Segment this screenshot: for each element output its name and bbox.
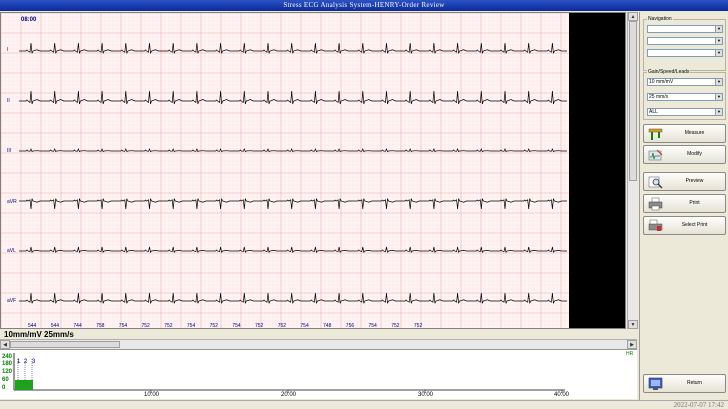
hr-trend-chart [13,353,565,393]
horizontal-scrollbar[interactable]: ◀ ▶ [0,339,637,349]
gain-select[interactable]: 10 mm/mV ▼ [647,78,723,86]
horizontal-scroll-thumb[interactable] [10,341,120,348]
modify-button-label: Modify [687,151,702,157]
navigation-title: Navigation [647,16,673,22]
control-panel: Navigation ▼ ▼ ▼ Gain/Speed/Leads 10 mm/… [639,12,728,400]
navigation-group: Navigation ▼ ▼ ▼ [643,16,726,71]
rr-interval-label: 752 [209,323,218,329]
scroll-right-icon[interactable]: ▶ [627,340,637,349]
lead-label-ii: II [7,98,10,104]
preview-button-label: Preview [685,178,704,184]
rr-interval-label: 754 [232,323,241,329]
navigation-select-2[interactable]: ▼ [647,37,723,45]
navigation-select-1[interactable]: ▼ [647,25,723,33]
printer-icon [648,197,663,211]
strip-timestamp: 08:00 [21,17,37,23]
rr-interval-label: 752 [255,323,264,329]
print-button[interactable]: Print [643,194,726,213]
stage-marker: 3 [32,359,36,365]
status-datetime: 2022-07-07 17:42 [673,401,724,409]
rr-interval-label: 756 [345,323,355,329]
vertical-scroll-thumb[interactable] [629,21,637,181]
scroll-up-icon[interactable]: ▲ [628,12,638,21]
rr-interval-label: 748 [323,323,332,329]
gain-speed-readout: 10mm/mV 25mm/s [4,330,74,339]
return-button[interactable]: Return [643,374,726,393]
rr-interval-label: 754 [118,323,128,329]
lead-label-avr: aVR [7,199,17,205]
speed-select-value: 25 mm/s [649,94,669,100]
lead-label-avl: aVL [7,248,16,254]
gain-speed-leads-title: Gain/Speed/Leads [647,69,691,75]
chevron-down-icon[interactable]: ▼ [715,94,722,100]
chevron-down-icon[interactable]: ▼ [715,26,722,32]
hr-y-tick: 60 [2,377,9,383]
measure-button-label: Measure [684,130,705,136]
hr-y-tick: 120 [2,369,13,375]
hr-y-tick: 240 [2,354,13,360]
time-tick: 30:00 [418,392,434,398]
measure-button[interactable]: Measure [643,124,726,143]
lead-label-i: I [7,47,9,53]
stage-marker: 2 [24,359,28,365]
rr-interval-label: 754 [368,323,377,329]
window-title: Stress ECG Analysis System-HENRY-Order R… [0,0,728,11]
hr-bar [15,380,33,390]
rr-interval-label: 744 [73,323,82,329]
hr-trend-panel[interactable] [0,349,637,399]
chevron-down-icon[interactable]: ▼ [715,109,722,115]
gain-select-value: 10 mm/mV [649,79,674,85]
ecg-waveform-canvas [1,13,625,328]
time-tick: 20:00 [281,392,297,398]
preview-button[interactable]: Preview [643,172,726,191]
vertical-scrollbar[interactable]: ▲ ▼ [627,12,638,329]
modify-button[interactable]: Modify [643,145,726,164]
chevron-down-icon[interactable]: ▼ [715,50,722,56]
speed-select[interactable]: 25 mm/s ▼ [647,93,723,101]
rr-interval-label: 752 [391,323,400,329]
leads-select[interactable]: ALL ▼ [647,108,723,116]
ecg-display[interactable]: 08:00 I II III aVR aVL aVF 544 544 744 758 7… [0,12,626,329]
select-print-button[interactable]: Select Print [643,216,726,235]
status-bar: 2022-07-07 17:42 [0,400,728,409]
rr-interval-label: 758 [96,323,105,329]
return-button-label: Return [686,380,702,386]
select-print-icon [648,219,663,231]
caliper-icon [648,128,663,140]
rr-interval-label: 752 [277,323,287,329]
rr-interval-label: 752 [141,323,150,329]
rr-interval-label: 752 [164,323,173,329]
rr-interval-label: 754 [186,323,196,329]
blank-strip-region [569,13,625,328]
time-tick: 10:00 [144,392,160,398]
scroll-left-icon[interactable]: ◀ [0,340,10,349]
print-button-label: Print [689,200,700,206]
stage-marker: 1 [17,359,21,365]
magnifier-icon [648,176,663,189]
rr-interval-label: 544 [50,323,60,329]
leads-select-value: ALL [649,109,658,115]
rr-interval-label: 754 [300,323,309,329]
app-window: Stress ECG Analysis System-HENRY-Order R… [0,0,728,409]
gain-speed-leads-group: Gain/Speed/Leads 10 mm/mV ▼ 25 mm/s ▼ ALL ▼ [643,69,726,120]
edit-waveform-icon [648,149,663,161]
return-monitor-icon [648,377,663,390]
time-tick: 40:00 [554,392,570,398]
rr-interval-label: 752 [413,323,423,329]
hr-trend-label: HR [626,351,634,357]
chevron-down-icon[interactable]: ▼ [715,79,722,85]
rr-interval-label: 544 [28,323,37,329]
hr-y-tick: 180 [2,361,13,367]
lead-label-iii: III [7,148,12,154]
lead-label-avf: aVF [7,298,17,304]
hr-y-tick: 0 [2,385,6,391]
navigation-select-3[interactable]: ▼ [647,49,723,57]
chevron-down-icon[interactable]: ▼ [715,38,722,44]
scroll-down-icon[interactable]: ▼ [628,320,638,329]
select-print-button-label: Select Print [681,222,708,228]
